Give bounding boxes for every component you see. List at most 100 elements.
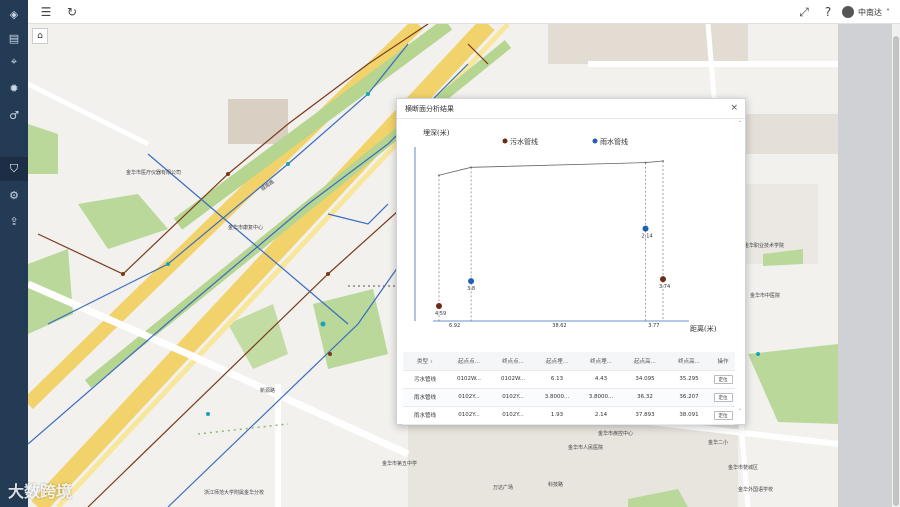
export-icon[interactable]: ⇪ — [0, 209, 28, 233]
map-label: 金华职业技术学院 — [744, 243, 785, 249]
fullscreen-icon[interactable]: ⤢ — [796, 4, 812, 20]
close-icon[interactable]: × — [730, 103, 738, 113]
column-header[interactable]: 起点埋... — [535, 352, 579, 371]
right-panel-background — [838, 24, 892, 507]
distance-label: 3.77 — [648, 323, 659, 329]
map-label: 金华外国语学校 — [738, 487, 774, 493]
help-icon[interactable]: ? — [820, 4, 836, 20]
cell-end-point: 0102Y... — [491, 388, 535, 407]
column-header: 操作 — [711, 352, 735, 371]
locate-button[interactable]: 定位 — [713, 410, 733, 420]
chevron-down-icon[interactable]: ˅ — [737, 409, 743, 415]
depth-label: 3.8 — [467, 286, 475, 292]
column-header[interactable]: 终点高... — [667, 352, 711, 371]
map-label: 浙江师范大学附属金华分校 — [204, 490, 265, 496]
pin-icon[interactable]: ♂ — [0, 103, 28, 127]
chart-icon[interactable]: ▤ — [0, 26, 28, 50]
table-header-row: 类型 ⇕ 起点点... 终点点... 起点埋... 终点埋... 起点高... … — [403, 352, 735, 371]
cell-end-depth: 3.8000... — [579, 388, 623, 407]
cell-start-point: 0102Y... — [447, 406, 491, 425]
ground-line — [438, 160, 664, 176]
column-header[interactable]: 起点点... — [447, 352, 491, 371]
user-name: 中南达 — [858, 7, 882, 17]
chevron-down-icon: ˅ — [886, 7, 890, 17]
cell-end-elev: 38.091 — [667, 406, 711, 425]
cell-type: 污水管线 — [403, 370, 447, 389]
cell-end-point: 0102W... — [491, 370, 535, 389]
map-label: 金华市中医院 — [750, 293, 781, 299]
depth-label: 3.74 — [659, 284, 670, 290]
chevron-up-icon[interactable]: ˄ — [737, 121, 743, 127]
pipe-point — [468, 278, 475, 285]
watermark: 大数跨境 — [8, 482, 73, 501]
table-row: 雨水管线 0102Y... 0102Y... 1.93 2.14 37.893 … — [403, 406, 735, 425]
depth-label: 4.59 — [435, 311, 446, 317]
cell-start-point: 0102W... — [447, 370, 491, 389]
map-label: 新源路 — [260, 388, 276, 394]
result-table: 类型 ⇕ 起点点... 终点点... 起点埋... 终点埋... 起点高... … — [403, 352, 735, 425]
locate-button[interactable]: 定位 — [713, 374, 733, 384]
app-root: ◈ ▤ ⌖ ✹ ♂ ⛉ ⚙ ⇪ ☰ ↻ ⤢ ? 中南达 ˅ ⌂ 金华市医疗仪器有… — [0, 0, 900, 507]
pipe-point — [642, 225, 649, 232]
legend-label: 污水管线 — [510, 137, 538, 146]
x-axis-label: 距离(米) — [690, 324, 717, 333]
column-header[interactable]: 终点埋... — [579, 352, 623, 371]
cell-end-depth: 4.43 — [579, 370, 623, 389]
legend-marker — [592, 138, 598, 144]
avatar — [842, 6, 854, 18]
top-bar: ☰ ↻ ⤢ ? 中南达 ˅ — [28, 0, 900, 24]
cell-end-point: 0102Y... — [491, 406, 535, 425]
map-label: 科技路 — [548, 482, 564, 488]
map-label: 金华市康复中心 — [228, 225, 264, 231]
pipe-point — [660, 276, 666, 283]
cell-end-elev: 36.207 — [667, 388, 711, 407]
map-label: 金华市医疗仪器有限公司 — [126, 170, 182, 176]
locate-button[interactable]: 定位 — [713, 392, 733, 402]
distance-label: 6.92 — [449, 323, 460, 329]
map-label: 金华市人民医院 — [568, 445, 604, 451]
cell-start-elev: 36.32 — [623, 388, 667, 407]
cell-start-point: 0102Y... — [447, 388, 491, 407]
map-label: 金华市婺城区 — [728, 465, 759, 471]
left-sidebar: ◈ ▤ ⌖ ✹ ♂ ⛉ ⚙ ⇪ — [0, 0, 28, 507]
cell-start-depth: 3.8000... — [535, 388, 579, 407]
cell-end-elev: 35.295 — [667, 370, 711, 389]
settings-icon[interactable]: ⚙ — [0, 183, 28, 207]
cell-start-elev: 34.095 — [623, 370, 667, 389]
sort-icon: ⇕ — [429, 358, 434, 364]
map-label: 万达广场 — [493, 485, 514, 491]
cross-section-dialog: 横断面分析结果 × 埋深(米) 距离(米) 污水管线 雨水管线 4.59 3.8 2.… — [396, 98, 746, 425]
map-label: 金华市第五中学 — [382, 461, 418, 467]
column-header[interactable]: 类型 ⇕ — [403, 352, 447, 371]
user-menu[interactable]: 中南达 ˅ — [842, 4, 890, 20]
refresh-icon[interactable]: ↻ — [64, 4, 80, 20]
cell-end-depth: 2.14 — [579, 406, 623, 425]
map-label: 金华二小 — [708, 440, 729, 446]
menu-icon[interactable]: ☰ — [38, 4, 54, 20]
shield-icon[interactable]: ⛉ — [0, 157, 28, 181]
bug-icon[interactable]: ✹ — [0, 76, 28, 100]
cell-start-depth: 6.13 — [535, 370, 579, 389]
cell-start-depth: 1.93 — [535, 406, 579, 425]
map-tool-icon[interactable]: ⌂ — [32, 28, 48, 44]
distance-label: 38.62 — [552, 323, 566, 329]
layers-icon[interactable]: ◈ — [0, 2, 28, 26]
column-header[interactable]: 终点点... — [491, 352, 535, 371]
dialog-scrollbar[interactable]: ˄ ˅ — [737, 121, 743, 421]
page-scrollbar[interactable] — [892, 24, 900, 507]
y-axis-label: 埋深(米) — [423, 128, 450, 137]
table-row: 雨水管线 0102Y... 0102Y... 3.8000... 3.8000.… — [403, 388, 735, 407]
dialog-title: 横断面分析结果 — [405, 105, 454, 113]
column-header[interactable]: 起点高... — [623, 352, 667, 371]
map-label: 金华市疾控中心 — [598, 431, 634, 437]
scrollbar-thumb[interactable] — [893, 36, 899, 506]
legend-label: 雨水管线 — [600, 137, 628, 146]
table-row: 污水管线 0102W... 0102W... 6.13 4.43 34.095 … — [403, 370, 735, 389]
dialog-header: 横断面分析结果 × — [397, 99, 745, 119]
depth-label: 2.14 — [642, 234, 653, 240]
cell-type: 雨水管线 — [403, 388, 447, 407]
cross-section-chart: 埋深(米) 距离(米) 污水管线 雨水管线 4.59 3.8 2.14 3.74 6.92… — [414, 128, 717, 333]
location-icon[interactable]: ⌖ — [0, 50, 28, 74]
pipe-point — [436, 303, 442, 310]
cell-start-elev: 37.893 — [623, 406, 667, 425]
